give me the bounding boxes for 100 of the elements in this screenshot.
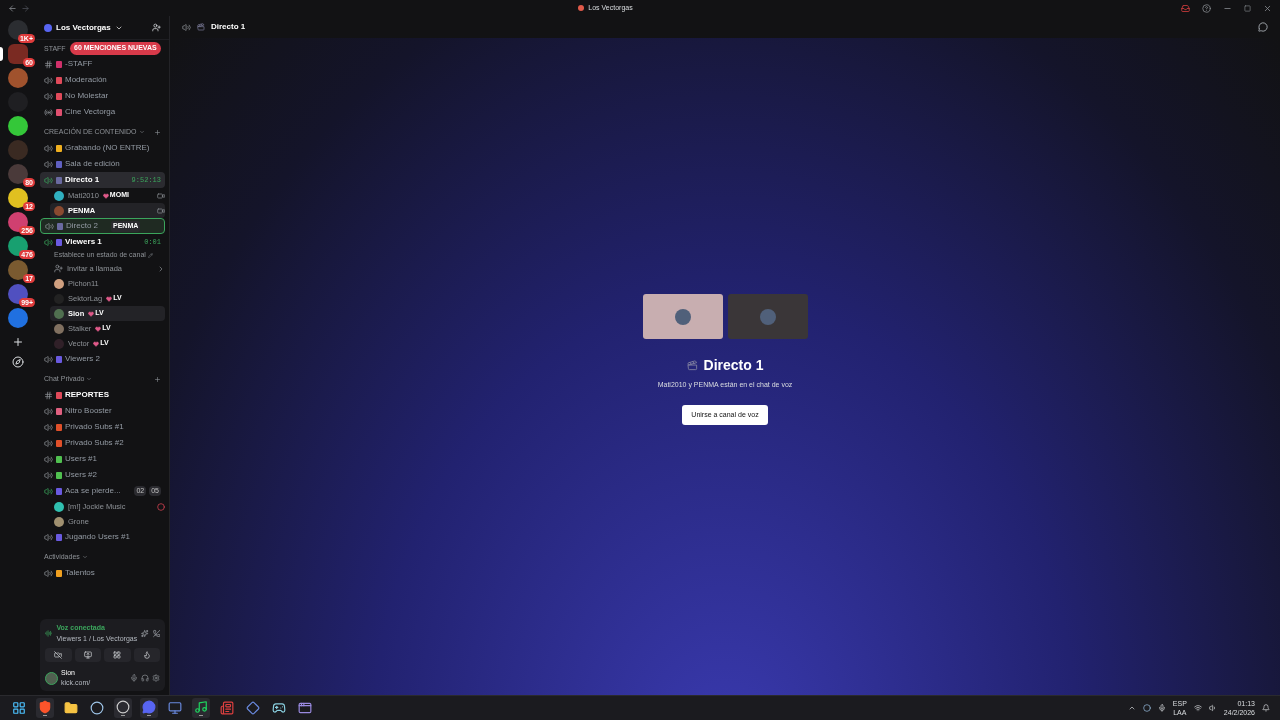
headphones-icon[interactable]: [141, 674, 149, 682]
monitor-icon: [168, 701, 182, 715]
news-icon: [220, 701, 234, 715]
channel-row[interactable]: Talentos: [40, 565, 165, 581]
discover-icon[interactable]: [12, 356, 24, 368]
close-icon[interactable]: [1263, 3, 1272, 13]
disconnect-icon[interactable]: [152, 629, 160, 638]
speaker-icon: [44, 91, 53, 101]
taskbar-button[interactable]: [192, 698, 210, 718]
soundboard-button[interactable]: [133, 648, 160, 662]
record-icon: [116, 700, 130, 714]
channel-row[interactable]: Moderación: [40, 72, 165, 88]
participant-avatar: [674, 308, 691, 325]
server-avatar: [44, 23, 52, 32]
channel-row[interactable]: Jugando Users #1: [40, 529, 165, 545]
speaker-icon: [44, 406, 53, 416]
grid-icon: [113, 651, 122, 659]
chevron-icon: [157, 264, 165, 273]
chat-icon[interactable]: [1258, 22, 1268, 32]
activities-button[interactable]: [104, 648, 131, 662]
channel-row[interactable]: Users #1: [40, 451, 165, 467]
channel-name: REPORTES: [65, 389, 109, 401]
channel-name: Jugando Users #1: [65, 531, 130, 543]
video-tile[interactable]: [727, 294, 808, 339]
channel-name: Cine Vectorga: [65, 106, 116, 118]
heart-icon: [93, 340, 100, 347]
server-icon[interactable]: [8, 116, 28, 136]
channel-row[interactable]: Sala de edición: [40, 156, 165, 172]
music-icon: [194, 700, 208, 714]
camera-icon: [157, 206, 165, 215]
channel-row[interactable]: Users #2: [40, 467, 165, 483]
microphone-icon[interactable]: [1157, 704, 1166, 712]
speaker-icon: [44, 486, 53, 496]
taskbar-button[interactable]: [36, 698, 54, 718]
chevron-up-icon[interactable]: [1127, 704, 1136, 712]
diamond-icon: [246, 701, 260, 715]
channel-name: Privado Subs #1: [65, 421, 124, 433]
channel-name: Directo 1: [65, 174, 100, 186]
channel-row[interactable]: Nitro Booster: [40, 403, 165, 419]
notification-icon[interactable]: [1262, 704, 1270, 712]
channel-name: Aca se pierde...: [65, 485, 121, 497]
user-plus-icon: [54, 264, 63, 273]
add-channel-icon[interactable]: [154, 375, 161, 383]
add-member-icon[interactable]: [152, 23, 161, 32]
channel-name: Viewers 2: [65, 353, 100, 365]
channel-row[interactable]: Grabando (NO ENTRE): [40, 140, 165, 156]
pencil-icon: [147, 253, 153, 258]
user-avatar[interactable]: [45, 671, 58, 685]
screen-share-button[interactable]: [74, 648, 101, 662]
channel-row[interactable]: No Molestar: [40, 88, 165, 104]
status-icon: [157, 502, 165, 511]
heart-icon: [95, 325, 102, 332]
shield-icon: [38, 700, 52, 714]
speaker-icon: [44, 175, 53, 185]
inbox-icon[interactable]: [1181, 3, 1190, 13]
gamepad-icon: [272, 701, 286, 715]
speaker-icon: [44, 143, 53, 153]
add-server-icon[interactable]: [12, 336, 24, 348]
heart-icon: [102, 192, 109, 199]
channel-name: Viewers 1: [65, 236, 102, 248]
network-icon[interactable]: [1193, 704, 1202, 712]
speaker-icon: [45, 221, 54, 231]
camera-off-icon: [54, 651, 63, 659]
selected-pill: [0, 47, 3, 61]
microphone-icon[interactable]: [130, 674, 138, 682]
running-indicator: [43, 715, 47, 716]
camera-button[interactable]: [45, 648, 72, 662]
heart-icon: [106, 295, 113, 302]
running-indicator: [199, 715, 203, 716]
taskbar-button[interactable]: [114, 698, 132, 718]
channel-row[interactable]: Viewers 2: [40, 351, 165, 367]
channel-row[interactable]: Privado Subs #1: [40, 419, 165, 435]
noise-suppression-icon[interactable]: [141, 629, 149, 638]
speaker-icon: [44, 75, 53, 85]
channel-row[interactable]: -STAFF: [40, 56, 165, 72]
camera-emoji-icon: [197, 23, 205, 31]
channel-row[interactable]: REPORTES: [40, 387, 165, 403]
volume-icon[interactable]: [1208, 704, 1217, 712]
screen-share-icon: [83, 651, 92, 659]
help-icon[interactable]: [1202, 3, 1211, 13]
signal-icon: [45, 629, 53, 638]
channel-name: Privado Subs #2: [65, 437, 124, 449]
channel-row[interactable]: Cine Vectorga: [40, 104, 165, 120]
video-tile[interactable]: [642, 294, 723, 339]
maximize-icon[interactable]: [1244, 4, 1251, 12]
channel-name: Talentos: [65, 567, 95, 579]
settings-icon[interactable]: [152, 674, 160, 682]
channel-name: Users #1: [65, 453, 97, 465]
camera-emoji-icon: [686, 360, 698, 371]
speaker-icon: [44, 568, 53, 578]
server-name[interactable]: Los Vectorgas: [56, 21, 111, 34]
channel-row[interactable]: Privado Subs #2: [40, 435, 165, 451]
speaker-icon: [44, 438, 53, 448]
add-channel-icon[interactable]: [154, 128, 161, 136]
channel-name: Moderación: [65, 74, 107, 86]
back-icon[interactable]: [8, 3, 17, 13]
channel-name: -STAFF: [65, 58, 93, 70]
participant-avatar: [759, 308, 776, 325]
steam-tray-icon[interactable]: [1142, 704, 1151, 712]
folder-icon: [64, 701, 78, 715]
